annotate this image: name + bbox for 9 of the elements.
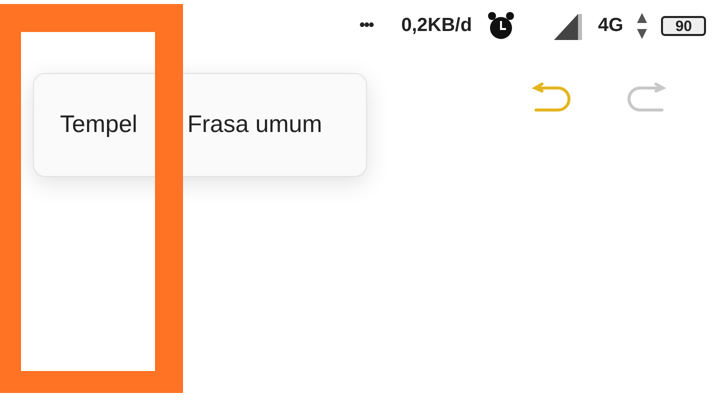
network-type: 4G	[598, 15, 624, 37]
menu-item[interactable]: Frasa umum	[187, 111, 322, 139]
menu-item[interactable]: Tempel	[60, 111, 138, 139]
battery: 90	[661, 16, 706, 36]
alarm-clock-icon	[486, 11, 516, 41]
signal-icon	[554, 12, 584, 40]
more-dots: •••	[359, 17, 374, 35]
network-speed: 0,2KB/d	[401, 15, 472, 37]
data-arrows-icon	[637, 13, 648, 39]
